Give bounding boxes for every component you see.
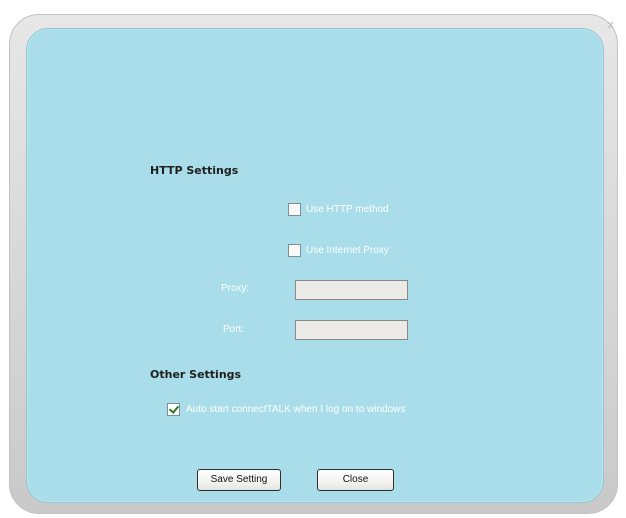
- use-internet-proxy-checkbox[interactable]: [288, 244, 301, 257]
- port-input[interactable]: [295, 320, 408, 340]
- auto-start-checkbox[interactable]: [167, 403, 180, 416]
- use-internet-proxy-label[interactable]: Use Internet Proxy: [306, 245, 389, 256]
- close-icon[interactable]: x: [607, 18, 614, 31]
- port-label: Port:: [223, 324, 245, 335]
- other-settings-title: Other Settings: [150, 368, 242, 381]
- use-http-method-checkbox[interactable]: [288, 203, 301, 216]
- settings-panel: HTTP Settings Use HTTP method Use Intern…: [26, 28, 604, 503]
- http-settings-title: HTTP Settings: [150, 164, 239, 177]
- close-button[interactable]: Close: [317, 469, 394, 491]
- auto-start-label[interactable]: Auto start connectTALK when I log on to …: [186, 404, 405, 415]
- settings-dialog: x HTTP Settings Use HTTP method Use Inte…: [9, 14, 618, 514]
- use-http-method-label[interactable]: Use HTTP method: [306, 204, 389, 215]
- proxy-label: Proxy:: [221, 283, 250, 294]
- proxy-input[interactable]: [295, 280, 408, 300]
- save-setting-button[interactable]: Save Setting: [197, 469, 281, 491]
